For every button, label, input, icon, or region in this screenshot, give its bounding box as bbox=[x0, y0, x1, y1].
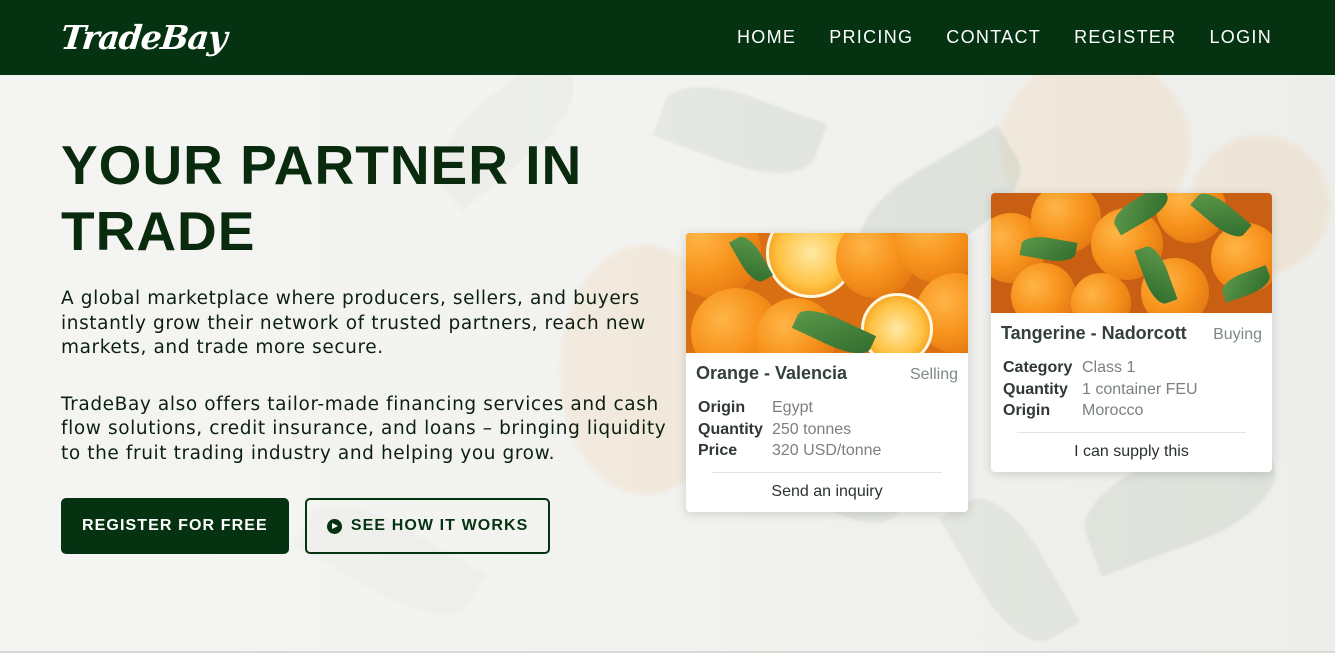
card-header: Orange - Valencia Selling bbox=[696, 363, 958, 384]
nav-login-link[interactable]: LOGIN bbox=[1209, 27, 1272, 48]
nav-pricing-link[interactable]: PRICING bbox=[829, 27, 913, 48]
tradebay-logo[interactable]: TradeBay bbox=[59, 18, 229, 57]
i-can-supply-button[interactable]: I can supply this bbox=[991, 433, 1272, 472]
nav-home-link[interactable]: HOME bbox=[737, 27, 796, 48]
spec-value: Egypt bbox=[772, 399, 813, 416]
spec-value: Morocco bbox=[1082, 402, 1144, 419]
spec-value: 1 container FEU bbox=[1082, 380, 1198, 398]
spec-label: Origin bbox=[1003, 402, 1051, 419]
send-inquiry-button[interactable]: Send an inquiry bbox=[686, 473, 968, 512]
register-for-free-button[interactable]: REGISTER FOR FREE bbox=[61, 498, 289, 554]
card-header: Tangerine - Nadorcott Buying bbox=[1001, 323, 1262, 344]
card-status-badge: Selling bbox=[909, 366, 958, 383]
hero-section: YOUR PARTNER IN TRADE A global marketpla… bbox=[61, 132, 671, 554]
spec-row-quantity: Quantity 250 tonnes bbox=[698, 419, 958, 441]
top-navbar: TradeBay HOME PRICING CONTACT REGISTER L… bbox=[0, 0, 1335, 75]
spec-value: Class 1 bbox=[1082, 359, 1136, 376]
oranges-photo bbox=[686, 233, 968, 353]
spec-label: Quantity bbox=[698, 420, 763, 438]
nav-contact-link[interactable]: CONTACT bbox=[946, 27, 1041, 48]
spec-row-price: Price 320 USD/tonne bbox=[698, 440, 958, 462]
spec-label: Origin bbox=[698, 399, 746, 416]
hero-paragraph-marketplace: A global marketplace where producers, se… bbox=[61, 288, 646, 358]
hero-title: YOUR PARTNER IN TRADE bbox=[61, 134, 583, 262]
card-specs: Origin Egypt Quantity 250 tonnes Price 3… bbox=[696, 397, 958, 462]
tangerines-photo bbox=[991, 193, 1272, 313]
card-title: Orange - Valencia bbox=[696, 363, 848, 383]
play-circle-icon bbox=[326, 518, 342, 534]
nav-register-link[interactable]: REGISTER bbox=[1074, 27, 1176, 48]
spec-row-origin: Origin Morocco bbox=[1003, 400, 1262, 422]
card-status-badge: Buying bbox=[1213, 326, 1262, 343]
card-specs: Category Class 1 Quantity 1 container FE… bbox=[1001, 357, 1262, 422]
card-title: Tangerine - Nadorcott bbox=[1001, 323, 1187, 343]
spec-label: Quantity bbox=[1003, 380, 1068, 398]
hero-paragraph-financing: TradeBay also offers tailor-made financi… bbox=[61, 393, 667, 464]
spec-label: Category bbox=[1003, 359, 1073, 376]
hero-cta-group: REGISTER FOR FREE SEE HOW IT WORKS bbox=[61, 498, 671, 554]
product-card-orange-valencia[interactable]: Orange - Valencia Selling Origin Egypt Q… bbox=[686, 233, 968, 512]
spec-value: 320 USD/tonne bbox=[772, 442, 882, 459]
main-nav: HOME PRICING CONTACT REGISTER LOGIN bbox=[737, 27, 1272, 48]
product-card-tangerine-nadorcott[interactable]: Tangerine - Nadorcott Buying Category Cl… bbox=[991, 193, 1272, 472]
see-how-it-works-label: SEE HOW IT WORKS bbox=[350, 517, 529, 534]
card-body: Tangerine - Nadorcott Buying Category Cl… bbox=[991, 313, 1272, 422]
see-how-it-works-button[interactable]: SEE HOW IT WORKS bbox=[304, 498, 551, 554]
spec-row-quantity: Quantity 1 container FEU bbox=[1003, 379, 1262, 401]
spec-value: 250 tonnes bbox=[772, 420, 852, 438]
spec-row-category: Category Class 1 bbox=[1003, 357, 1262, 379]
register-for-free-label: REGISTER FOR FREE bbox=[82, 517, 268, 534]
card-body: Orange - Valencia Selling Origin Egypt Q… bbox=[686, 353, 968, 462]
spec-row-origin: Origin Egypt bbox=[698, 397, 958, 419]
spec-label: Price bbox=[698, 442, 738, 459]
